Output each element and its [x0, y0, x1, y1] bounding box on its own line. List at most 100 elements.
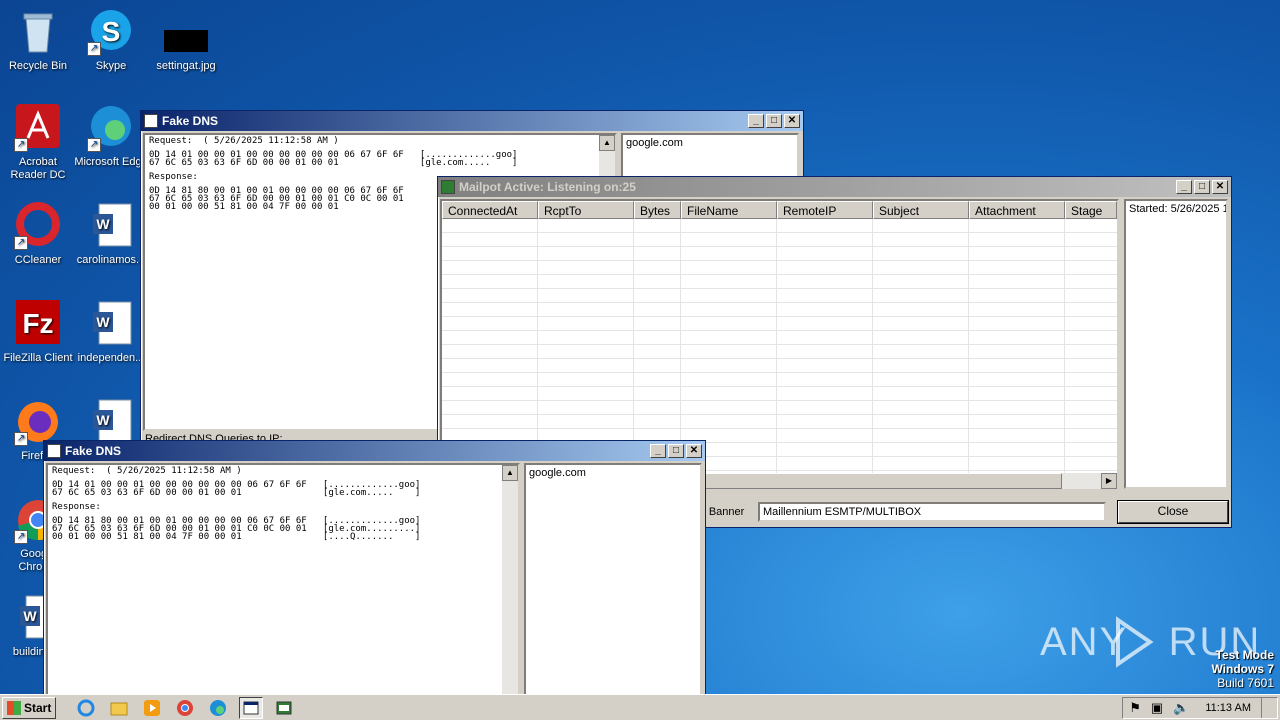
vertical-scrollbar[interactable]: ▲	[502, 465, 518, 695]
chrome-icon[interactable]	[173, 697, 197, 719]
windows-watermark: Test Mode Windows 7 Build 7601	[1180, 648, 1274, 690]
activity-log[interactable]: Started: 5/26/2025 11	[1124, 199, 1228, 489]
network-icon[interactable]: ▣	[1151, 700, 1163, 716]
close-button[interactable]: ✕	[1212, 180, 1228, 194]
firefox-icon: ↗	[14, 398, 62, 446]
action-center-flag-icon[interactable]: ⚑	[1129, 700, 1141, 716]
minimize-button[interactable]: _	[1176, 180, 1192, 194]
skype-icon: S ↗	[87, 8, 135, 56]
svg-text:W: W	[23, 608, 37, 624]
window-title: Fake DNS	[65, 444, 122, 458]
fake-dns-front-titlebar[interactable]: Fake DNS _ □ ✕	[44, 441, 705, 461]
mailpot-task-icon[interactable]	[272, 697, 296, 719]
column-header-attachment[interactable]: Attachment	[969, 201, 1065, 219]
request-header: Request: ( 5/26/2025 11:12:58 AM )	[149, 136, 339, 146]
svg-text:S: S	[102, 16, 121, 47]
request-hex: 0D 14 01 00 00 01 00 00 00 00 00 00 06 6…	[52, 480, 421, 498]
desktop-icon-recycle-bin[interactable]: Recycle Bin	[0, 8, 76, 73]
column-header-connectedat[interactable]: ConnectedAt	[442, 201, 538, 219]
listview-header: ConnectedAt RcptTo Bytes FileName Remote…	[442, 201, 1117, 219]
word-doc-icon: W	[87, 300, 135, 348]
request-header: Request: ( 5/26/2025 11:12:58 AM )	[52, 466, 242, 476]
svg-text:W: W	[96, 412, 110, 428]
fake-dns-back-titlebar[interactable]: Fake DNS _ □ ✕	[141, 111, 803, 131]
maximize-button[interactable]: □	[766, 114, 782, 128]
listview-grid	[442, 219, 1117, 475]
desktop-icon-ccleaner[interactable]: ↗ CCleaner	[0, 202, 76, 267]
request-hex: 0D 14 01 00 00 01 00 00 00 00 00 00 06 6…	[149, 150, 518, 168]
taskbar: Start ⚑ ▣ 🔈 11:13 AM	[0, 694, 1280, 720]
desktop-icon-independen[interactable]: W independen...	[73, 300, 149, 365]
start-label: Start	[24, 700, 52, 715]
packet-log-pane[interactable]: Request: ( 5/26/2025 11:12:58 AM ) 0D 14…	[46, 463, 520, 697]
scroll-right-button[interactable]: ▶	[1101, 473, 1117, 489]
scroll-up-button[interactable]: ▲	[599, 135, 615, 151]
image-file-icon	[162, 8, 210, 56]
column-header-rcptto[interactable]: RcptTo	[538, 201, 634, 219]
window-title: Mailpot Active: Listening on:25	[459, 180, 636, 194]
banner-input[interactable]	[758, 502, 1106, 522]
explorer-icon[interactable]	[107, 697, 131, 719]
word-doc-icon: W	[87, 202, 135, 250]
column-header-subject[interactable]: Subject	[873, 201, 969, 219]
word-doc-icon: W	[87, 398, 135, 446]
desktop-icon-edge[interactable]: ↗ Microsoft Edge	[73, 104, 149, 169]
maximize-button[interactable]: □	[668, 444, 684, 458]
clock[interactable]: 11:13 AM	[1205, 702, 1251, 714]
response-header: Response:	[52, 502, 101, 512]
shortcut-arrow-icon: ↗	[14, 138, 28, 152]
desktop-icon-acrobat[interactable]: ↗ Acrobat Reader DC	[0, 104, 76, 182]
edge-icon[interactable]	[206, 697, 230, 719]
watermark-line3: Build 7601	[1217, 676, 1274, 690]
acrobat-icon: ↗	[14, 104, 62, 152]
fake-dns-app-icon	[144, 114, 158, 128]
ccleaner-icon: ↗	[14, 202, 62, 250]
watermark-line1: Test Mode	[1215, 648, 1274, 662]
shortcut-arrow-icon: ↗	[14, 236, 28, 250]
fake-dns-app-icon	[47, 444, 61, 458]
desktop-icon-carolinamos[interactable]: W carolinamos...	[73, 202, 149, 267]
column-header-stage[interactable]: Stage	[1065, 201, 1117, 219]
domain-list-item[interactable]: google.com	[526, 465, 700, 481]
column-header-remoteip[interactable]: RemoteIP	[777, 201, 873, 219]
recycle-bin-icon	[14, 8, 62, 56]
windows-logo-icon	[7, 700, 21, 715]
svg-text:Fz: Fz	[22, 308, 53, 339]
domain-list[interactable]: google.com	[524, 463, 702, 697]
close-button[interactable]: ✕	[784, 114, 800, 128]
window-title: Fake DNS	[162, 114, 219, 128]
close-button-label: Close	[1157, 504, 1189, 518]
close-dialog-button[interactable]: Close	[1117, 500, 1229, 524]
column-header-filename[interactable]: FileName	[681, 201, 777, 219]
shortcut-arrow-icon: ↗	[14, 432, 28, 446]
desktop-icon-skype[interactable]: S ↗ Skype	[73, 8, 149, 73]
volume-icon[interactable]: 🔈	[1173, 700, 1189, 716]
show-desktop-button[interactable]	[1261, 698, 1271, 718]
mailpot-app-icon	[441, 180, 455, 194]
start-button[interactable]: Start	[2, 696, 57, 719]
scroll-up-button[interactable]: ▲	[502, 465, 518, 481]
edge-icon: ↗	[87, 104, 135, 152]
minimize-button[interactable]: _	[748, 114, 764, 128]
ie-icon[interactable]	[74, 697, 98, 719]
domain-list-item[interactable]: google.com	[623, 135, 797, 151]
activity-log-text: Started: 5/26/2025 11	[1129, 203, 1228, 215]
fake-dns-task-icon[interactable]	[239, 696, 264, 719]
shortcut-arrow-icon: ↗	[87, 138, 101, 152]
column-header-bytes[interactable]: Bytes	[634, 201, 681, 219]
svg-text:W: W	[96, 314, 110, 330]
system-tray: ⚑ ▣ 🔈 11:13 AM	[1122, 697, 1278, 719]
filezilla-icon: Fz	[14, 300, 62, 348]
close-button[interactable]: ✕	[686, 444, 702, 458]
shortcut-arrow-icon: ↗	[14, 530, 28, 544]
mailpot-titlebar[interactable]: Mailpot Active: Listening on:25 _ □ ✕	[438, 177, 1231, 197]
media-player-icon[interactable]	[140, 697, 164, 719]
watermark-line2: Windows 7	[1211, 662, 1274, 676]
desktop-icon-filezilla[interactable]: Fz FileZilla Client	[0, 300, 76, 365]
minimize-button[interactable]: _	[650, 444, 666, 458]
fake-dns-window-front[interactable]: Fake DNS _ □ ✕ Request: ( 5/26/2025 11:1…	[43, 440, 706, 697]
desktop-icon-settingat[interactable]: settingat.jpg	[148, 8, 224, 73]
maximize-button[interactable]: □	[1194, 180, 1210, 194]
svg-text:W: W	[96, 216, 110, 232]
response-hex: 0D 14 81 80 00 01 00 01 00 00 00 00 06 6…	[52, 516, 421, 542]
